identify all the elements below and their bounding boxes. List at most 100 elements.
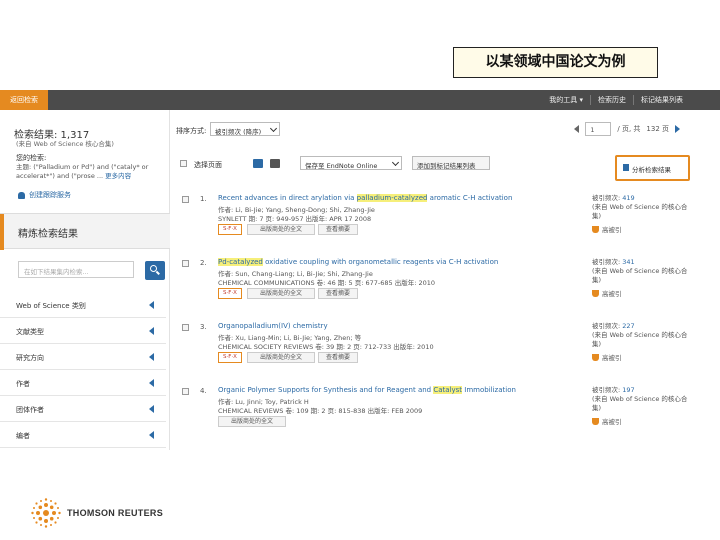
facet-author[interactable]: 作者	[0, 370, 166, 396]
highly-cited-label: 高被引	[602, 290, 622, 298]
cite-count-link[interactable]: 419	[622, 194, 634, 202]
record-checkbox[interactable]	[182, 324, 189, 331]
citation-info: 被引频次: 341 (来自 Web of Science 的核心合集)	[592, 258, 692, 285]
sfx-button[interactable]: S·F·X	[218, 352, 242, 363]
highly-cited-badge: 高被引	[592, 416, 622, 426]
title-highlight: Pd-catalyzed	[218, 258, 263, 266]
print-icon[interactable]	[270, 159, 280, 168]
record-checkbox[interactable]	[182, 260, 189, 267]
page-of-label: / 页, 共	[617, 125, 641, 133]
sort-select[interactable]: 被引频次 (降序)	[210, 122, 280, 136]
cite-label: 被引频次:	[592, 258, 623, 266]
pagination: 1 / 页, 共 132 页	[574, 122, 680, 136]
view-abstract-button[interactable]: 查看摘要	[318, 288, 358, 299]
slide-caption: 以某领域中国论文为例	[453, 47, 658, 78]
chevron-left-icon	[149, 431, 154, 439]
record-title-link[interactable]: Organic Polymer Supports for Synthesis a…	[218, 386, 578, 394]
view-abstract-button[interactable]: 查看摘要	[318, 352, 358, 363]
save-to-select[interactable]: 保存至 EndNote Online	[300, 156, 402, 170]
title-text: aromatic C-H activation	[427, 194, 513, 202]
record-title-link[interactable]: Recent advances in direct arylation via …	[218, 194, 578, 202]
highly-cited-label: 高被引	[602, 354, 622, 362]
trophy-icon	[592, 417, 599, 425]
result-record: 4. Organic Polymer Supports for Synthesi…	[170, 386, 700, 444]
facet-label: 研究方向	[16, 354, 44, 362]
facet-research-area[interactable]: 研究方向	[0, 344, 166, 370]
results-source-note: (来自 Web of Science 核心合集)	[16, 140, 114, 148]
next-page-icon[interactable]	[675, 125, 680, 133]
result-record: 2. Pd-catalyzed oxidative coupling with …	[170, 258, 700, 316]
facet-group-author[interactable]: 团体作者	[0, 396, 166, 422]
highly-cited-label: 高被引	[602, 226, 622, 234]
refine-accent-bar	[0, 214, 4, 250]
cite-label: 被引频次:	[592, 322, 623, 330]
results-panel: 排序方式: 被引频次 (降序) 1 / 页, 共 132 页 选择页面 保存至 …	[170, 110, 700, 450]
cite-label: 被引频次:	[592, 194, 623, 202]
cite-count-link[interactable]: 197	[622, 386, 634, 394]
prev-page-icon[interactable]	[574, 125, 580, 133]
my-tools-menu[interactable]: 我的工具 ▾	[542, 95, 590, 105]
facet-label: 编者	[16, 432, 30, 440]
highly-cited-badge: 高被引	[592, 288, 622, 298]
cite-source: (来自 Web of Science 的核心合集)	[592, 395, 688, 412]
record-title-link[interactable]: Organopalladium(IV) chemistry	[218, 322, 578, 330]
record-number: 1.	[200, 195, 207, 203]
title-highlight: Catalyst	[433, 386, 463, 394]
view-abstract-button[interactable]: 查看摘要	[318, 224, 358, 235]
full-text-button[interactable]: 出版商处的全文	[247, 288, 315, 299]
thomson-reuters-logo-icon	[31, 498, 61, 528]
refine-results-header: 精炼检索结果	[0, 213, 170, 250]
cite-count-link[interactable]: 227	[622, 322, 634, 330]
refine-search-button[interactable]	[145, 261, 165, 280]
trophy-icon	[592, 289, 599, 297]
record-title-link[interactable]: Pd-catalyzed oxidative coupling with org…	[218, 258, 578, 266]
email-icon[interactable]	[253, 159, 263, 168]
sidebar: 检索结果: 1,317 (来自 Web of Science 核心合集) 您的检…	[0, 110, 170, 450]
record-checkbox[interactable]	[182, 388, 189, 395]
query-more-link[interactable]: 更多内容	[105, 172, 131, 180]
back-to-search-button[interactable]: 返回检索	[0, 90, 48, 110]
title-text: Organic Polymer Supports for Synthesis a…	[218, 386, 434, 394]
top-menu: 我的工具 ▾ 检索历史 标记结果列表	[542, 90, 690, 110]
add-to-marked-list-button[interactable]: 添加到标记结果列表	[412, 156, 490, 170]
search-history-link[interactable]: 检索历史	[590, 95, 633, 105]
search-query-text: 主题: ("Palladium or Pd") and ("cataly* or…	[16, 163, 156, 180]
results-toolbar: 选择页面 保存至 EndNote Online 添加到标记结果列表	[180, 156, 690, 172]
select-page-checkbox[interactable]	[180, 160, 187, 167]
refine-results-label: 精炼检索结果	[18, 229, 78, 240]
cite-count-link[interactable]: 341	[622, 258, 634, 266]
highly-cited-badge: 高被引	[592, 224, 622, 234]
title-highlight: palladium-catalyzed	[356, 194, 428, 202]
facet-label: 团体作者	[16, 406, 44, 414]
chevron-left-icon	[149, 353, 154, 361]
record-source: SYNLETT 期: 7 页: 949-957 出版年: APR 17 2008	[218, 215, 372, 223]
refine-search-input[interactable]: 在如下结果集内检索...	[18, 261, 134, 278]
cite-source: (来自 Web of Science 的核心合集)	[592, 331, 688, 348]
analyze-chart-icon	[623, 164, 629, 171]
bell-icon	[18, 191, 25, 199]
create-alert-link[interactable]: 创建跟踪服务	[18, 190, 71, 200]
trophy-icon	[592, 225, 599, 233]
analyze-results-label: 分析检索结果	[632, 166, 671, 174]
highly-cited-badge: 高被引	[592, 352, 622, 362]
citation-info: 被引频次: 197 (来自 Web of Science 的核心合集)	[592, 386, 692, 413]
full-text-button[interactable]: 出版商处的全文	[247, 352, 315, 363]
facet-document-type[interactable]: 文献类型	[0, 318, 166, 344]
marked-list-link[interactable]: 标记结果列表	[633, 95, 690, 105]
facet-editor[interactable]: 编者	[0, 422, 166, 448]
full-text-button[interactable]: 出版商处的全文	[218, 416, 286, 427]
record-number: 2.	[200, 259, 207, 267]
record-source: CHEMICAL SOCIETY REVIEWS 卷: 39 期: 2 页: 7…	[218, 343, 434, 351]
sfx-button[interactable]: S·F·X	[218, 224, 242, 235]
title-text: Recent advances in direct arylation via	[218, 194, 357, 202]
record-number: 3.	[200, 323, 207, 331]
facet-wos-category[interactable]: Web of Science 类别	[0, 292, 166, 318]
record-number: 4.	[200, 387, 207, 395]
citation-info: 被引频次: 419 (来自 Web of Science 的核心合集)	[592, 194, 692, 221]
full-text-button[interactable]: 出版商处的全文	[247, 224, 315, 235]
analyze-results-button[interactable]: 分析检索结果	[615, 155, 690, 181]
page-number-input[interactable]: 1	[585, 122, 612, 136]
record-checkbox[interactable]	[182, 196, 189, 203]
sfx-button[interactable]: S·F·X	[218, 288, 242, 299]
brand-name: THOMSON REUTERS	[67, 508, 164, 518]
